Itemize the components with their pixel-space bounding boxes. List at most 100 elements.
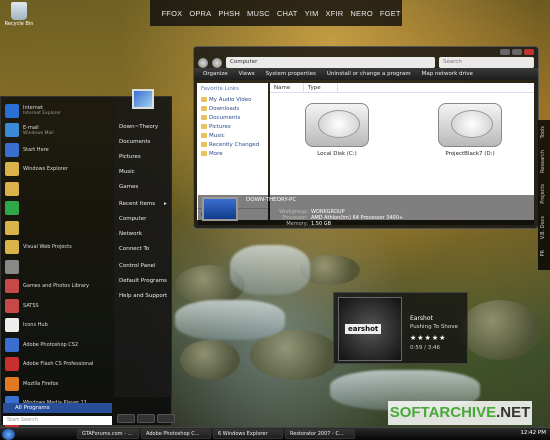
search-input[interactable]: Search [439, 57, 534, 68]
taskbar: GTAForums.com - ... Adobe Photoshop C...… [0, 427, 550, 440]
lock-button[interactable] [137, 414, 155, 423]
album-art[interactable]: earshot [338, 297, 402, 361]
start-menu-program[interactable]: Visual Web Projects [1, 238, 114, 258]
start-menu-program[interactable] [1, 218, 114, 238]
track-time: 0:59 / 3:46 [410, 345, 441, 351]
nav-link-recently-changed[interactable]: Recently Changed [197, 140, 268, 149]
start-link-recent-items[interactable]: Recent Items [119, 201, 155, 207]
program-text: Games and Photos Library [23, 283, 89, 289]
drive-label: ProjectBlack7 (D:) [445, 151, 495, 157]
nav-link-more[interactable]: More [197, 149, 268, 158]
start-menu-program[interactable]: Mozilla Firefox [1, 374, 114, 394]
program-label: Windows Explorer [23, 166, 68, 173]
launcher-opera[interactable]: OPRA [186, 9, 215, 18]
taskbar-task[interactable]: Restorator 2007 - C... [285, 429, 355, 439]
start-menu-program[interactable] [1, 199, 114, 219]
launcher-firefox[interactable]: FFOX [158, 9, 186, 18]
drive-item[interactable]: Local Disk (C:) [292, 103, 382, 157]
program-icon [5, 298, 19, 313]
computer-details: Workgroup: WORKGROUP Processor: AMD Athlon… [268, 209, 403, 227]
start-menu-program[interactable]: E-mail Windows Mail [1, 121, 114, 141]
taskbar-task[interactable]: Adobe Photoshop C... [141, 429, 211, 439]
program-text: Mozilla Firefox [23, 381, 58, 387]
power-button[interactable] [117, 414, 135, 423]
start-link-help[interactable]: Help and Support [119, 293, 167, 299]
start-menu-program[interactable] [1, 257, 114, 277]
recycle-bin-icon[interactable]: Recycle Bin [4, 2, 34, 27]
program-icon [5, 240, 19, 255]
nav-link-downloads[interactable]: Downloads [197, 104, 268, 113]
launcher-chat[interactable]: CHAT [273, 9, 301, 18]
column-type[interactable]: Type [304, 83, 338, 92]
start-menu-program[interactable]: Windows Explorer [1, 160, 114, 180]
program-text: Start Here [23, 147, 49, 153]
rating-stars[interactable]: ★★★★★ [410, 334, 446, 342]
back-button[interactable] [198, 57, 208, 68]
album-art-text: earshot [345, 324, 382, 334]
start-menu-program[interactable]: Internet Internet Explorer [1, 101, 114, 121]
uninstall-button[interactable]: Uninstall or change a program [322, 70, 416, 78]
start-link-pictures[interactable]: Pictures [119, 154, 141, 160]
all-programs-button[interactable]: All Programs [3, 403, 112, 413]
launcher-xfire[interactable]: XFIR [322, 9, 347, 18]
column-name[interactable]: Name [270, 83, 304, 92]
taskbar-task[interactable]: GTAForums.com - ... [77, 429, 139, 439]
program-icon [5, 162, 19, 177]
map-network-drive-button[interactable]: Map network drive [417, 70, 478, 78]
start-menu-program[interactable]: Adobe Flash CS Professional [1, 355, 114, 375]
program-sublabel: Internet Explorer [23, 111, 62, 117]
sidebar-tab[interactable]: Tools [540, 126, 546, 138]
start-menu-program[interactable] [1, 179, 114, 199]
start-menu-program[interactable]: Start Here [1, 140, 114, 160]
forward-button[interactable] [212, 57, 222, 68]
nav-link-documents[interactable]: Documents [197, 113, 268, 122]
start-link-music[interactable]: Music [119, 169, 135, 175]
views-button[interactable]: Views [234, 70, 260, 78]
sidebar-tab[interactable]: Research [540, 150, 546, 173]
maximize-button[interactable] [512, 49, 522, 55]
start-link-computer[interactable]: Computer [119, 216, 146, 222]
taskbar-task[interactable]: 6 Windows Explorer [213, 429, 283, 439]
watermark-suffix: .NET [496, 404, 531, 421]
launcher-yim[interactable]: YIM [301, 9, 322, 18]
minimize-button[interactable] [500, 49, 510, 55]
start-search-input[interactable]: Start Search [3, 416, 112, 425]
program-icon [5, 318, 19, 333]
start-link-documents[interactable]: Documents [119, 139, 150, 145]
start-link-default-programs[interactable]: Default Programs [119, 278, 167, 284]
start-link-control-panel[interactable]: Control Panel [119, 263, 155, 269]
program-icon [5, 279, 19, 294]
start-menu-program[interactable]: Adobe Photoshop CS2 [1, 335, 114, 355]
start-link-connect-to[interactable]: Connect To [119, 246, 149, 252]
start-link-games[interactable]: Games [119, 184, 138, 190]
close-button[interactable] [524, 49, 534, 55]
start-button[interactable] [2, 428, 15, 440]
wallpaper-water [230, 245, 310, 295]
clock[interactable]: 12:42 PM [520, 430, 546, 436]
system-properties-button[interactable]: System properties [261, 70, 321, 78]
launcher-music[interactable]: MUSC [244, 9, 274, 18]
shutdown-options-button[interactable] [157, 414, 175, 423]
drive-item[interactable]: ProjectBlack7 (D:) [425, 103, 515, 157]
organize-button[interactable]: Organize [198, 70, 233, 78]
user-avatar[interactable] [132, 89, 154, 109]
launcher-photoshop[interactable]: PHSH [215, 9, 244, 18]
start-link-network[interactable]: Network [119, 231, 142, 237]
sidebar-tab[interactable]: Projects [540, 184, 546, 204]
detail-key: Memory: [286, 221, 308, 227]
sidebar-tab[interactable]: PR [540, 250, 546, 257]
recycle-bin-label: Recycle Bin [4, 21, 34, 27]
start-menu-program[interactable]: SATSS [1, 296, 114, 316]
address-bar[interactable]: Computer [226, 57, 435, 68]
start-menu-program[interactable]: Games and Photos Library [1, 277, 114, 297]
launcher-flashget[interactable]: FGET [376, 9, 404, 18]
nav-link-pictures[interactable]: Pictures [197, 122, 268, 131]
start-link-user[interactable]: Down~Theory [119, 124, 158, 130]
wallpaper-rock [180, 340, 240, 380]
launcher-nero[interactable]: NERO [347, 9, 376, 18]
sidebar-tab[interactable]: V.B. Docs [540, 216, 546, 239]
nav-link-music[interactable]: Music [197, 131, 268, 140]
start-menu-program[interactable]: Icons Hub [1, 316, 114, 336]
nav-link-my-audio-video[interactable]: My Audio Video [197, 95, 268, 104]
hard-drive-icon [438, 103, 502, 147]
